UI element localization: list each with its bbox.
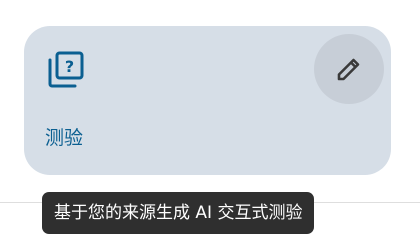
svg-text:?: ? xyxy=(65,57,74,76)
tooltip: 基于您的来源生成 AI 交互式测验 xyxy=(42,192,315,234)
quiz-icon: ? xyxy=(47,50,85,88)
edit-button[interactable] xyxy=(314,34,384,104)
quiz-label: 测验 xyxy=(45,127,84,149)
pencil-icon xyxy=(334,54,364,84)
